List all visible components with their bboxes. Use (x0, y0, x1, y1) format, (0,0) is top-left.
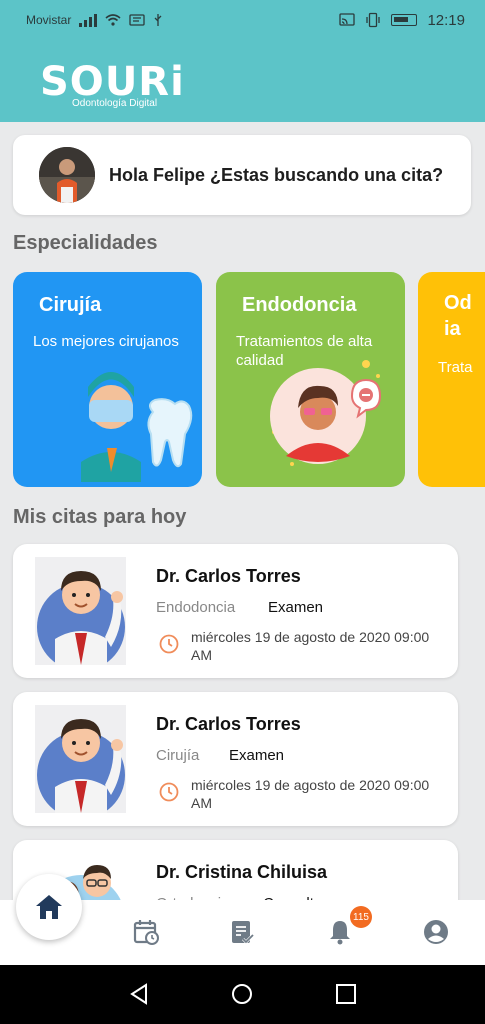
specialty-card-ortodoncia[interactable]: Od ia Trata (418, 272, 485, 487)
user-avatar (39, 147, 95, 203)
records-icon[interactable] (228, 918, 256, 946)
specialty-card-cirujia[interactable]: Cirujía Los mejores cirujanos (13, 272, 202, 487)
back-icon[interactable] (128, 983, 150, 1005)
usb-icon (154, 14, 162, 26)
carrier-label: Movistar (26, 13, 72, 27)
clock-time: 12:19 (427, 11, 465, 29)
specialty-description: Los mejores cirujanos (33, 333, 179, 350)
appointment-type: Examen (229, 747, 285, 764)
clock-icon (159, 782, 179, 802)
profile-icon[interactable] (422, 918, 450, 946)
logo-subtitle: Odontología Digital (72, 98, 158, 109)
app-logo: SOURi Odontología Digital (40, 59, 185, 109)
recents-icon[interactable] (335, 983, 357, 1005)
screencast-icon (339, 13, 356, 26)
appointment-date: miércoles 19 de agosto de 2020 09:00 AM (191, 629, 430, 663)
appointments-heading: Mis citas para hoy (13, 506, 187, 528)
greeting-card[interactable]: Hola Felipe ¿Estas buscando una cita? (13, 135, 471, 215)
doctor-name: Dr. Cristina Chiluisa (156, 862, 328, 882)
cast-icon (129, 14, 145, 26)
calendar-icon[interactable] (132, 918, 160, 946)
specialty-title: Endodoncia (242, 294, 357, 316)
greeting-text: Hola Felipe ¿Estas buscando una cita? (109, 164, 444, 185)
appointment-type: Examen (268, 599, 324, 616)
doctor-avatar (35, 705, 126, 813)
specialty-description: Trata (438, 359, 473, 376)
doctor-avatar (35, 557, 126, 665)
status-bar: Movistar 12:19 (0, 0, 485, 40)
notification-badge: 115 (350, 906, 372, 928)
doctor-name: Dr. Carlos Torres (156, 566, 301, 586)
specialty-title: Cirujía (39, 294, 102, 316)
vibrate-icon (366, 12, 381, 28)
bell-icon[interactable] (326, 918, 354, 946)
appointment-specialty: Cirujía (156, 747, 200, 764)
battery-icon (391, 14, 418, 26)
specialty-card-endodoncia[interactable]: Endodoncia Tratamientos de alta calidad (216, 272, 405, 487)
system-navigation-bar (0, 965, 485, 1024)
logo-wordmark: SOURi (40, 59, 185, 105)
specialty-title: Od ia (444, 292, 472, 340)
appointment-card[interactable]: Dr. Carlos Torres Cirujía Examen miércol… (13, 692, 458, 826)
app-header: SOURi Odontología Digital (0, 40, 485, 122)
specialties-heading: Especialidades (13, 232, 158, 254)
surgeon-illustration (81, 372, 193, 482)
home-circle-icon[interactable] (231, 983, 253, 1005)
home-icon (36, 895, 62, 919)
appointment-specialty: Endodoncia (156, 599, 236, 616)
appointment-date: miércoles 19 de agosto de 2020 09:00 AM (191, 777, 430, 811)
patient-illustration (270, 360, 382, 466)
home-button[interactable] (16, 874, 82, 940)
doctor-name: Dr. Carlos Torres (156, 714, 301, 734)
signal-icon (79, 13, 98, 27)
appointment-card[interactable]: Dr. Carlos Torres Endodoncia Examen miér… (13, 544, 458, 678)
wifi-icon (105, 14, 121, 26)
clock-icon (159, 634, 179, 654)
main-content[interactable]: Hola Felipe ¿Estas buscando una cita? Es… (0, 122, 485, 965)
